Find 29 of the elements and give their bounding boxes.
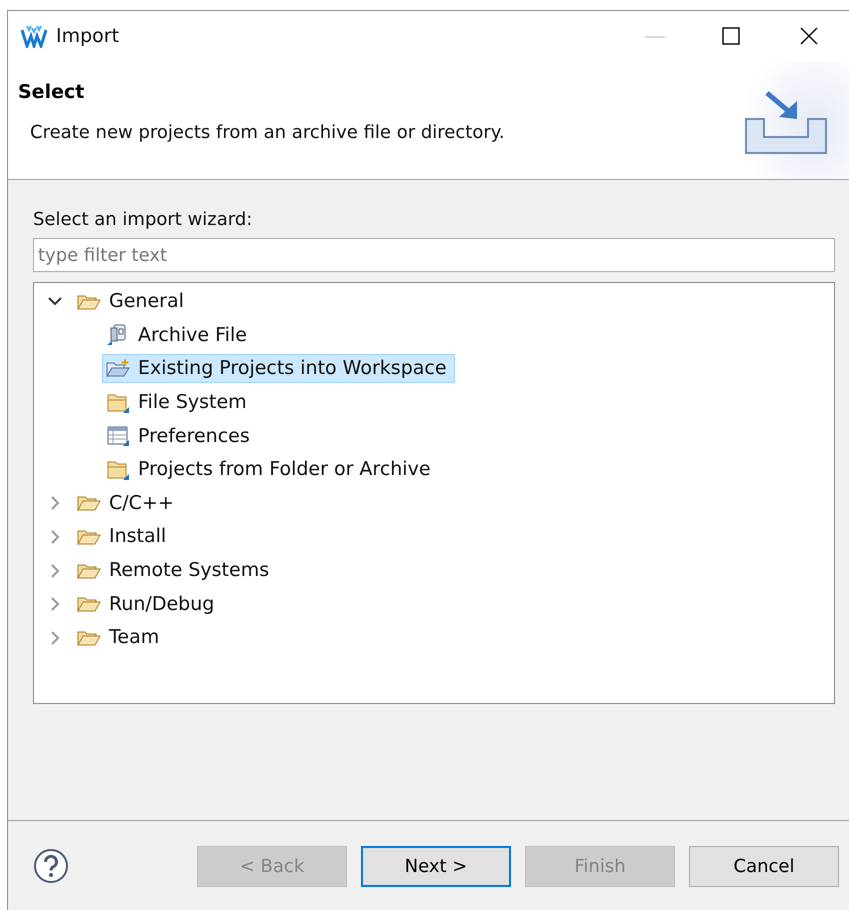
collapse-chevron-icon[interactable]	[48, 297, 62, 306]
tree-item[interactable]: Remote Systems	[73, 556, 278, 586]
tree-item[interactable]: Projects from Folder or Archive	[102, 455, 439, 484]
tree-item[interactable]: General	[73, 287, 192, 316]
page-description: Create new projects from an archive file or directory.	[30, 122, 506, 143]
expand-chevron-icon[interactable]	[50, 530, 60, 544]
wizard-label: Select an import wizard:	[33, 209, 254, 230]
expand-chevron-icon[interactable]	[50, 597, 60, 612]
dialog-button[interactable]: Cancel	[689, 846, 839, 886]
tree-item[interactable]: Existing Projects into Workspace	[102, 354, 455, 384]
tree-item[interactable]: C/C++	[73, 488, 182, 518]
expand-chevron-icon[interactable]	[50, 630, 60, 645]
window-title: Import	[56, 25, 120, 47]
expand-chevron-icon[interactable]	[50, 564, 60, 578]
tree-item[interactable]: Archive File	[102, 320, 255, 350]
filter-field[interactable]: type filter text	[33, 238, 835, 272]
tree-item[interactable]: Install	[73, 522, 174, 552]
dialog-button[interactable]: Next >	[361, 846, 511, 886]
app-logo-icon	[20, 24, 48, 48]
folder-plus-icon	[105, 358, 131, 380]
page-title: Select	[18, 81, 86, 103]
tree-item[interactable]: Run/Debug	[73, 590, 222, 619]
expand-chevron-icon[interactable]	[50, 496, 60, 510]
tree-item[interactable]: Team	[73, 623, 168, 652]
tree-item[interactable]: File System	[102, 388, 255, 418]
help-icon[interactable]	[33, 848, 69, 884]
tree-item[interactable]: Preferences	[102, 422, 258, 451]
import-tray-icon	[743, 89, 829, 155]
preferences-icon	[105, 424, 131, 448]
